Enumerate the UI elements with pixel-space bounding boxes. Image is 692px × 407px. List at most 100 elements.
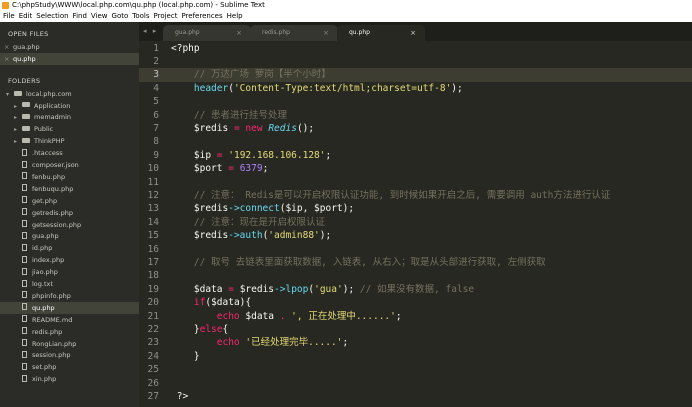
menu-tools[interactable]: Tools: [132, 12, 149, 20]
tree-file-item[interactable]: phpinfo.php: [0, 290, 139, 302]
tree-file-item[interactable]: fenbu.php: [0, 171, 139, 183]
tree-file-item[interactable]: jiao.php: [0, 266, 139, 278]
tab-redis-php[interactable]: redis.php ×: [250, 25, 338, 41]
menu-preferences[interactable]: Preferences: [181, 12, 222, 20]
menu-selection[interactable]: Selection: [36, 12, 68, 20]
menu-edit[interactable]: Edit: [19, 12, 33, 20]
tree-file-item[interactable]: set.php: [0, 361, 139, 373]
tree-file-item[interactable]: qu.php: [0, 301, 139, 314]
tree-file-item[interactable]: README.md: [0, 314, 139, 326]
menu-find[interactable]: Find: [73, 12, 87, 20]
tree-file-item[interactable]: .htaccess: [0, 147, 139, 159]
open-files-heading: OPEN FILES: [8, 30, 49, 38]
file-icon: [22, 148, 27, 156]
code-line[interactable]: 13 $redis->connect($ip, $port);: [139, 202, 692, 215]
code-line[interactable]: 4 header('Content-Type:text/html;charset…: [139, 82, 692, 95]
tree-file-item[interactable]: gua.php: [0, 230, 139, 242]
window-title-bar: C:\phpStudy\WWW\local.php.com\qu.php (lo…: [0, 0, 692, 11]
code-line[interactable]: 6 // 患者进行挂号处理: [139, 109, 692, 122]
menu-help[interactable]: Help: [227, 12, 243, 20]
code-line[interactable]: 21 echo $data . ', 正在处理中......';: [139, 310, 692, 323]
close-icon[interactable]: ×: [4, 41, 13, 53]
tree-file-item[interactable]: xin.php: [0, 373, 139, 385]
tree-file-item[interactable]: fenbuqu.php: [0, 183, 139, 195]
tab-close-icon[interactable]: ×: [236, 25, 242, 41]
tree-folder-item[interactable]: ▸ ThinkPHP: [0, 135, 139, 147]
tree-folder-item[interactable]: ▸ Application: [0, 100, 139, 112]
tree-file-item[interactable]: index.php: [0, 254, 139, 266]
tree-file-item[interactable]: getredis.php: [0, 207, 139, 219]
code-line[interactable]: 15 $redis->auth('admin88');: [139, 229, 692, 242]
tree-folder-item[interactable]: ▸ Public: [0, 123, 139, 135]
code-line[interactable]: 26: [139, 377, 692, 390]
tree-file-item[interactable]: log.txt: [0, 278, 139, 290]
line-number: 20: [147, 297, 159, 309]
tree-file-item[interactable]: RongLian.php: [0, 338, 139, 350]
menu-file[interactable]: File: [3, 12, 15, 20]
code-editor[interactable]: 1 <?php 2 3 // 万达广场 萝岗【半个小时】 4 header('Conte…: [139, 41, 692, 407]
code-line[interactable]: 24 }: [139, 350, 692, 363]
tree-file-item[interactable]: redis.php: [0, 326, 139, 338]
menu-goto[interactable]: Goto: [112, 12, 129, 20]
code-line[interactable]: 7 $redis = new Redis();: [139, 122, 692, 135]
tab-qu-php[interactable]: qu.php ×: [337, 25, 425, 41]
code-line[interactable]: 17 // 取号 去链表里面获取数据, 入链表, 从右入；取是从头部进行获取, …: [139, 256, 692, 269]
code-text: $redis = new Redis();: [171, 122, 314, 135]
code-line[interactable]: 3 // 万达广场 萝岗【半个小时】: [139, 68, 692, 82]
tree-item-label: id.php: [32, 244, 53, 253]
tab-close-icon[interactable]: ×: [410, 25, 416, 41]
code-token: );: [342, 283, 360, 295]
code-line[interactable]: 12 // 注意： Redis是可以开启权限认证功能, 到时候如果开启之后, 需…: [139, 189, 692, 202]
tab-close-icon[interactable]: ×: [323, 25, 329, 41]
file-icon: [22, 160, 27, 168]
tree-item-label: getsession.php: [32, 220, 82, 229]
tab-nav-arrows[interactable]: ◂ ▸: [143, 22, 158, 41]
code-line[interactable]: 14 // 注意：现在是开启权限认证: [139, 216, 692, 229]
code-text: echo $data . ', 正在处理中......';: [171, 310, 402, 323]
code-token: $redis: [193, 122, 229, 134]
code-line[interactable]: 20 if($data){: [139, 296, 692, 309]
sidebar: OPEN FILES FOLDERS × gua.php × qu.php ▾ local…: [0, 22, 139, 407]
line-number: 21: [147, 310, 159, 322]
tree-folder-item[interactable]: ▸ memadmin: [0, 111, 139, 123]
line-number: 12: [147, 189, 159, 201]
tab-gua-php[interactable]: gua.php ×: [163, 25, 251, 41]
open-file-item[interactable]: × qu.php: [0, 53, 139, 65]
tree-root-label: local.php.com: [26, 90, 72, 98]
tree-file-item[interactable]: getsession.php: [0, 219, 139, 231]
tab-bar: ◂ ▸ gua.php × redis.php × qu.php ×: [139, 22, 692, 41]
code-line[interactable]: 5: [139, 95, 692, 108]
code-token: ($data){: [205, 297, 252, 309]
close-icon[interactable]: ×: [4, 53, 13, 65]
code-line[interactable]: 1 <?php: [139, 42, 692, 55]
open-file-item[interactable]: × gua.php: [0, 41, 139, 53]
code-line[interactable]: 19 $data = $redis->lpop('gua'); // 如果没有数…: [139, 283, 692, 296]
code-line[interactable]: 10 $port = 6379;: [139, 162, 692, 175]
code-token: {: [222, 323, 229, 335]
file-icon: [22, 339, 27, 346]
code-token: $redis: [239, 283, 275, 295]
tree-file-item[interactable]: id.php: [0, 242, 139, 254]
code-text: echo '已经处理完毕.....';: [171, 336, 348, 349]
tree-root-folder[interactable]: ▾ local.php.com: [0, 88, 139, 100]
code-line[interactable]: 25: [139, 363, 692, 376]
code-line[interactable]: 8: [139, 135, 692, 148]
code-line[interactable]: 23 echo '已经处理完毕.....';: [139, 336, 692, 349]
menu-view[interactable]: View: [91, 12, 108, 20]
tree-file-item[interactable]: composer.json: [0, 159, 139, 171]
tree-file-item[interactable]: session.php: [0, 349, 139, 361]
tree-file-item[interactable]: get.php: [0, 195, 139, 207]
code-line[interactable]: 9 $ip = '192.168.106.128';: [139, 149, 692, 162]
code-line[interactable]: 27 ?>: [139, 390, 692, 403]
menu-project[interactable]: Project: [154, 12, 178, 20]
code-line[interactable]: 11: [139, 176, 692, 189]
code-line[interactable]: 16: [139, 243, 692, 256]
code-line[interactable]: 2: [139, 55, 692, 68]
sublime-text-icon: [2, 2, 9, 9]
code-line[interactable]: 22 }else{: [139, 323, 692, 336]
code-line[interactable]: 18: [139, 269, 692, 282]
